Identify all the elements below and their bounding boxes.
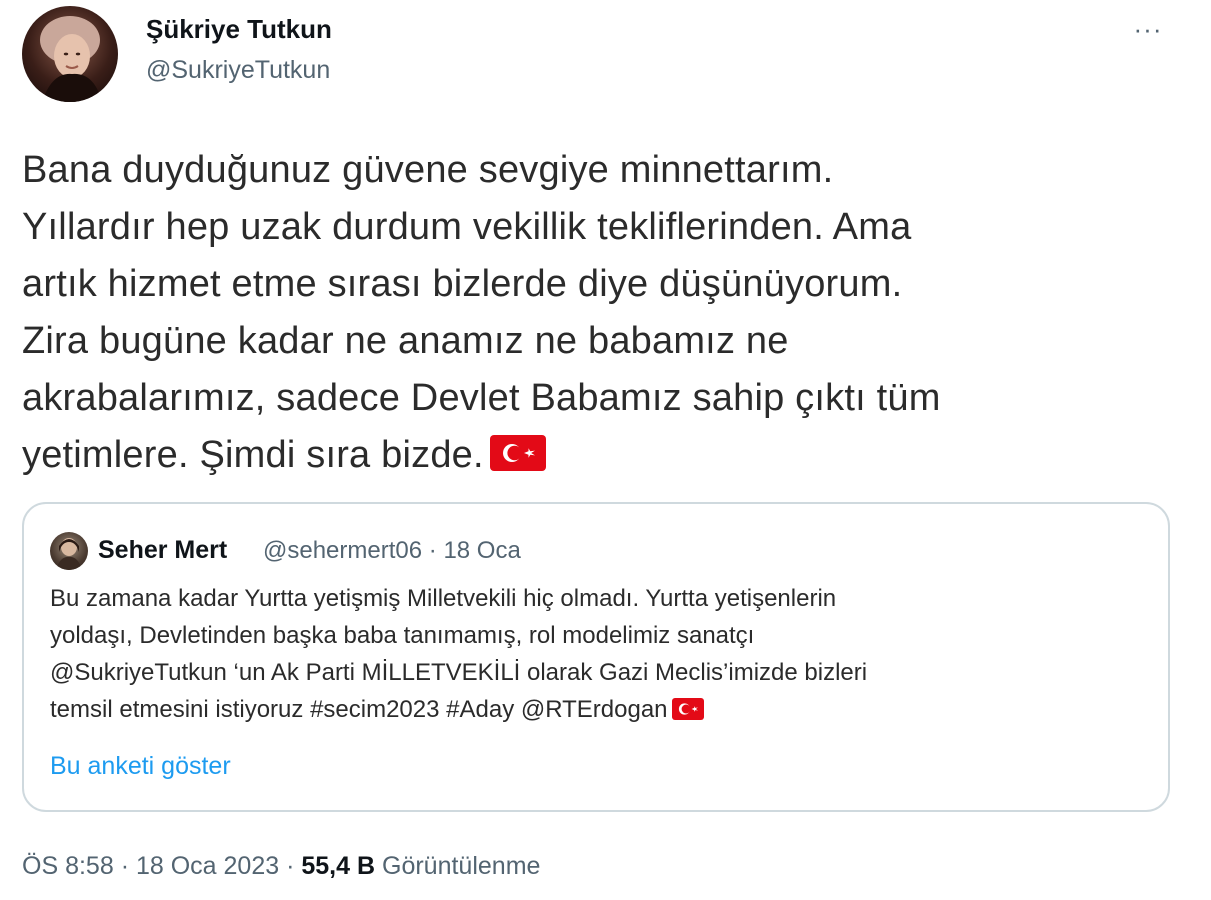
footer-separator: · bbox=[120, 852, 130, 880]
quote-author-avatar[interactable] bbox=[50, 532, 88, 570]
quote-text: Bu zamana kadar Yurtta yetişmiş Milletve… bbox=[50, 580, 1150, 728]
views-count[interactable]: 55,4 B bbox=[301, 852, 375, 880]
turkey-flag-icon bbox=[489, 434, 546, 471]
quote-text-line-content: temsil etmesini istiyoruz #secim2023 #Ad… bbox=[50, 696, 668, 723]
tweet-text-line: artık hizmet etme sırası bizlerde diye d… bbox=[22, 263, 903, 305]
tweet-text-line: Zira bugüne kadar ne anamız ne babamız n… bbox=[22, 320, 789, 362]
tweet-text-line: Yıllardır hep uzak durdum vekillik tekli… bbox=[22, 206, 912, 248]
quote-author-handle[interactable]: @sehermert06 bbox=[263, 537, 422, 564]
quote-text-line: yoldaşı, Devletinden başka baba tanımamı… bbox=[50, 622, 755, 649]
tweet-text-line: akrabalarımız, sadece Devlet Babamız sah… bbox=[22, 377, 941, 419]
show-poll-link[interactable]: Bu anketi göster bbox=[50, 752, 231, 781]
tweet-date[interactable]: 18 Oca 2023 bbox=[136, 852, 279, 880]
more-options-icon[interactable]: ··· bbox=[1124, 14, 1172, 50]
quote-text-line: Bu zamana kadar Yurtta yetişmiş Milletve… bbox=[50, 585, 837, 612]
author-name[interactable]: Şükriye Tutkun bbox=[146, 14, 332, 45]
tweet-time[interactable]: ÖS 8:58 bbox=[22, 852, 114, 880]
quote-text-line-last: temsil etmesini istiyoruz #secim2023 #Ad… bbox=[50, 691, 1150, 728]
quote-meta-separator: · bbox=[428, 537, 437, 564]
tweet: Şükriye Tutkun @SukriyeTutkun ··· Bana d… bbox=[0, 0, 1211, 900]
quote-text-line: @SukriyeTutkun ‘un Ak Parti MİLLETVEKİLİ… bbox=[50, 659, 868, 686]
quote-author-name[interactable]: Seher Mert bbox=[98, 536, 227, 565]
tweet-text: Bana duyduğunuz güvene sevgiye minnettar… bbox=[22, 142, 1192, 484]
tweet-footer: ÖS 8:58 · 18 Oca 2023 · 55,4 B Görüntüle… bbox=[22, 852, 540, 881]
turkey-flag-icon bbox=[671, 697, 704, 720]
tweet-text-line: Bana duyduğunuz güvene sevgiye minnettar… bbox=[22, 149, 834, 191]
tweet-text-line-content: yetimlere. Şimdi sıra bizde. bbox=[22, 434, 484, 476]
quote-date[interactable]: 18 Oca bbox=[443, 537, 520, 564]
tweet-text-line-last: yetimlere. Şimdi sıra bizde. bbox=[22, 427, 1192, 484]
quoted-tweet-card[interactable]: Seher Mert @sehermert06 · 18 Oca Bu zama… bbox=[22, 502, 1170, 812]
author-avatar[interactable] bbox=[22, 6, 118, 102]
quote-meta: @sehermert06 · 18 Oca bbox=[263, 537, 521, 565]
author-handle[interactable]: @SukriyeTutkun bbox=[146, 56, 330, 85]
footer-separator: · bbox=[286, 852, 295, 880]
views-label[interactable]: Görüntülenme bbox=[382, 852, 540, 880]
